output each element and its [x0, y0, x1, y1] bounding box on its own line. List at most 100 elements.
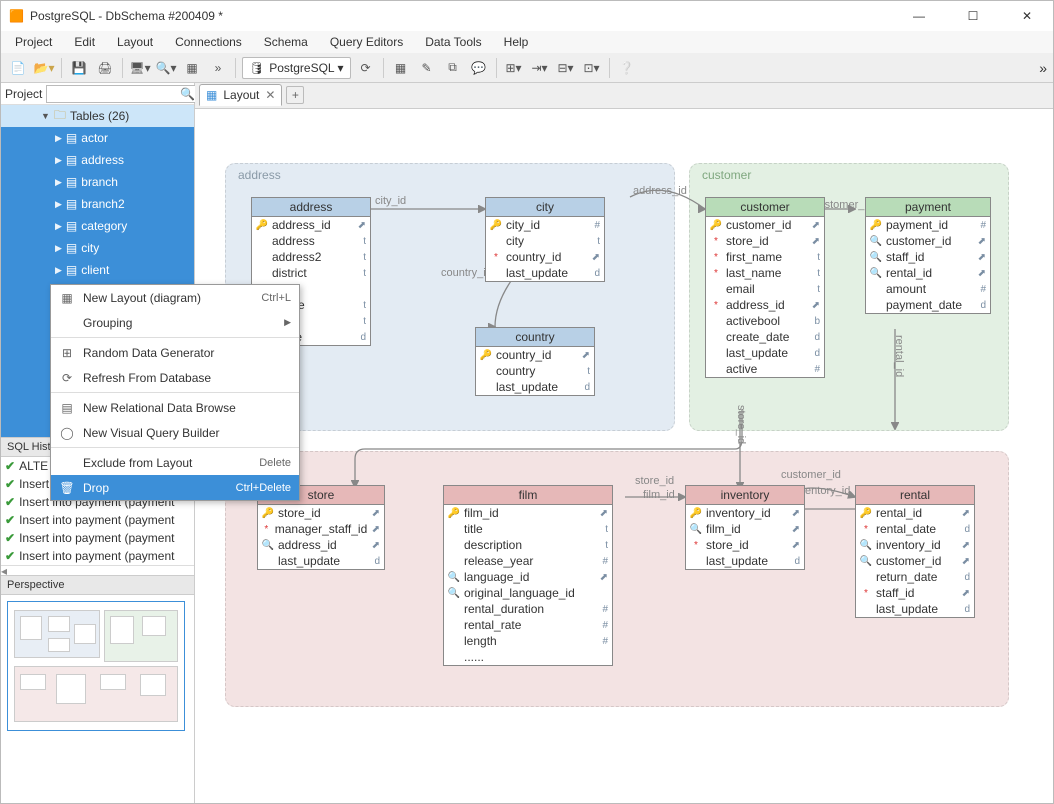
screen-icon[interactable]: 🖥▾ — [129, 57, 151, 79]
tree-item-client[interactable]: ▶▤client — [1, 259, 194, 281]
table-film[interactable]: film 🔑film_id⬈titletdescriptiontrelease_… — [443, 485, 613, 666]
tree-item-address[interactable]: ▶▤address — [1, 149, 194, 171]
project-search-input[interactable] — [46, 85, 198, 103]
table-column[interactable]: *country_id⬈ — [486, 249, 604, 265]
tool4-icon[interactable]: ⊡▾ — [581, 57, 603, 79]
table-column[interactable]: 🔑city_id# — [486, 217, 604, 233]
table-column[interactable]: rental_duration# — [444, 601, 612, 617]
menu-data-tools[interactable]: Data Tools — [425, 35, 481, 49]
table-column[interactable]: return_dated — [856, 569, 974, 585]
table-column[interactable]: last_updated — [486, 265, 604, 281]
table-column[interactable]: create_dated — [706, 329, 824, 345]
tree-root-tables[interactable]: ▼ 🗀 Tables (26) — [1, 105, 194, 127]
table-column[interactable]: descriptiont — [444, 537, 612, 553]
table-column[interactable]: 🔍address_id⬈ — [258, 537, 384, 553]
perspective-minimap[interactable] — [7, 601, 185, 731]
table-column[interactable]: *last_namet — [706, 265, 824, 281]
ctx-new-layout[interactable]: ▦ New Layout (diagram) Ctrl+L — [51, 285, 299, 310]
open-icon[interactable]: 📂▾ — [33, 57, 55, 79]
table-column[interactable]: cityt — [486, 233, 604, 249]
toolbar-overflow[interactable]: » — [1039, 60, 1047, 76]
table-column[interactable]: 🔑rental_id⬈ — [856, 505, 974, 521]
table-column[interactable]: 🔑customer_id⬈ — [706, 217, 824, 233]
refresh-icon[interactable]: ⟳ — [355, 57, 377, 79]
history-row[interactable]: ✔Insert into payment (payment — [1, 529, 194, 547]
ctx-new-visual[interactable]: ◯ New Visual Query Builder — [51, 420, 299, 445]
table-column[interactable]: last_updated — [856, 601, 974, 617]
table-column[interactable]: last_updated — [258, 553, 384, 569]
maximize-button[interactable]: ☐ — [955, 4, 991, 28]
table-column[interactable]: active# — [706, 361, 824, 377]
zoom-icon[interactable]: 🔍▾ — [155, 57, 177, 79]
ctx-drop[interactable]: 🗑 Drop Ctrl+Delete — [51, 475, 299, 500]
table-column[interactable]: 🔍language_id⬈ — [444, 569, 612, 585]
minimize-button[interactable]: — — [901, 4, 937, 28]
table-column[interactable]: ...... — [444, 649, 612, 665]
table-column[interactable]: *address_id⬈ — [706, 297, 824, 313]
tree-item-category[interactable]: ▶▤category — [1, 215, 194, 237]
tree-item-actor[interactable]: ▶▤actor — [1, 127, 194, 149]
menu-layout[interactable]: Layout — [117, 35, 153, 49]
table-column[interactable]: 🔑payment_id# — [866, 217, 990, 233]
table-column[interactable]: *store_id⬈ — [686, 537, 804, 553]
table-column[interactable]: addresst — [252, 233, 370, 249]
save-icon[interactable]: 💾 — [68, 57, 90, 79]
table-column[interactable]: emailt — [706, 281, 824, 297]
table-column[interactable]: 🔍staff_id⬈ — [866, 249, 990, 265]
table-payment[interactable]: payment 🔑payment_id#🔍customer_id⬈🔍staff_… — [865, 197, 991, 314]
tool3-icon[interactable]: ⊟▾ — [555, 57, 577, 79]
tool2-icon[interactable]: ⇥▾ — [529, 57, 551, 79]
ctx-grouping[interactable]: Grouping — [51, 310, 299, 335]
next-icon[interactable]: » — [207, 57, 229, 79]
table-customer[interactable]: customer 🔑customer_id⬈*store_id⬈*first_n… — [705, 197, 825, 378]
table-column[interactable]: 🔍inventory_id⬈ — [856, 537, 974, 553]
perspective-panel[interactable] — [1, 595, 194, 803]
tab-close-icon[interactable]: ✕ — [265, 88, 275, 102]
chat-icon[interactable]: 💬 — [468, 57, 490, 79]
history-row[interactable]: ✔Insert into payment (payment — [1, 511, 194, 529]
tree-item-city[interactable]: ▶▤city — [1, 237, 194, 259]
menu-edit[interactable]: Edit — [74, 35, 95, 49]
table-column[interactable]: *manager_staff_id⬈ — [258, 521, 384, 537]
edit-icon[interactable]: ✎ — [416, 57, 438, 79]
ctx-random-data[interactable]: ⊞ Random Data Generator — [51, 340, 299, 365]
table-column[interactable]: address2t — [252, 249, 370, 265]
table-column[interactable]: 🔑store_id⬈ — [258, 505, 384, 521]
close-button[interactable]: ✕ — [1009, 4, 1045, 28]
diagram-canvas[interactable]: address customer — [195, 109, 1053, 803]
table-column[interactable]: last_updated — [476, 379, 594, 395]
menu-query-editors[interactable]: Query Editors — [330, 35, 403, 49]
table-column[interactable]: last_updated — [706, 345, 824, 361]
table-column[interactable]: districtt — [252, 265, 370, 281]
grid-icon[interactable]: ▦ — [181, 57, 203, 79]
table-column[interactable]: last_updated — [686, 553, 804, 569]
table-column[interactable]: titlet — [444, 521, 612, 537]
table-column[interactable]: release_year# — [444, 553, 612, 569]
table-country[interactable]: country 🔑country_id⬈countrytlast_updated — [475, 327, 595, 396]
table-column[interactable]: length# — [444, 633, 612, 649]
menu-help[interactable]: Help — [504, 35, 529, 49]
tree-item-branch[interactable]: ▶▤branch — [1, 171, 194, 193]
add-tab-button[interactable]: + — [286, 86, 304, 104]
menu-schema[interactable]: Schema — [264, 35, 308, 49]
table-column[interactable]: *rental_dated — [856, 521, 974, 537]
tool1-icon[interactable]: ⊞▾ — [503, 57, 525, 79]
table-column[interactable]: 🔍original_language_id — [444, 585, 612, 601]
ctx-exclude[interactable]: Exclude from Layout Delete — [51, 450, 299, 475]
table-rental[interactable]: rental 🔑rental_id⬈*rental_dated🔍inventor… — [855, 485, 975, 618]
table-inventory[interactable]: inventory 🔑inventory_id⬈🔍film_id⬈*store_… — [685, 485, 805, 570]
table-column[interactable]: 🔍customer_id⬈ — [856, 553, 974, 569]
print-icon[interactable]: 🖨 — [94, 57, 116, 79]
db-selector[interactable]: 🛢 PostgreSQL ▾ — [242, 57, 351, 79]
table-column[interactable]: *first_namet — [706, 249, 824, 265]
table-column[interactable]: rental_rate# — [444, 617, 612, 633]
help-icon[interactable]: ❔ — [616, 57, 638, 79]
ctx-refresh[interactable]: ⟳ Refresh From Database — [51, 365, 299, 390]
table-column[interactable]: 🔑film_id⬈ — [444, 505, 612, 521]
table-column[interactable]: 🔑address_id⬈ — [252, 217, 370, 233]
new-icon[interactable]: 📄 — [7, 57, 29, 79]
table-column[interactable]: payment_dated — [866, 297, 990, 313]
table-column[interactable]: 🔍film_id⬈ — [686, 521, 804, 537]
history-scrollbar[interactable]: ◂ — [1, 565, 194, 575]
table-column[interactable]: amount# — [866, 281, 990, 297]
